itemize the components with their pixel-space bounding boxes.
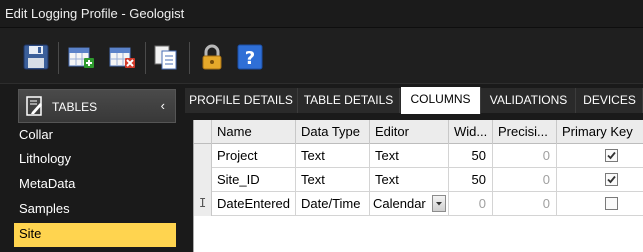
column-header-precision[interactable]: Precisi...: [493, 120, 557, 144]
sidebar-item-samples[interactable]: Samples: [14, 198, 176, 222]
tab-devices[interactable]: DEVICES: [577, 88, 643, 113]
help-button[interactable]: ?: [236, 43, 266, 73]
table-add-icon: [68, 47, 94, 68]
cell-primary-key: [557, 192, 643, 216]
tab-profile-details[interactable]: PROFILE DETAILS: [185, 88, 298, 113]
primary-key-checkbox[interactable]: [605, 173, 618, 186]
title-bar: Edit Logging Profile - Geologist: [0, 0, 643, 28]
tab-validations[interactable]: VALIDATIONS: [482, 88, 576, 113]
primary-key-checkbox[interactable]: [605, 197, 618, 210]
checkmark-icon: [607, 151, 616, 160]
window-title: Edit Logging Profile - Geologist: [5, 6, 185, 21]
main-panel: PROFILE DETAILS TABLE DETAILS COLUMNS VA…: [185, 84, 643, 252]
primary-key-checkbox[interactable]: [605, 149, 618, 162]
row-indicator[interactable]: [194, 168, 212, 192]
sidebar-item-lithology[interactable]: Lithology: [14, 148, 176, 172]
editor-dropdown-button[interactable]: [432, 195, 446, 212]
row-indicator[interactable]: I: [194, 192, 212, 216]
chevron-down-icon: [436, 202, 442, 206]
row-indicator[interactable]: [194, 144, 212, 168]
toolbar-separator: [145, 42, 146, 74]
save-button[interactable]: [22, 43, 52, 73]
editor-dropdown-value: Calendar: [373, 196, 426, 211]
cell-width[interactable]: 50: [449, 144, 493, 168]
table-row[interactable]: Project Text Text 50 0: [194, 144, 643, 168]
cell-width[interactable]: 0: [449, 192, 493, 216]
sidebar-item-site[interactable]: Site: [14, 223, 176, 247]
collapse-chevron-icon[interactable]: ‹: [161, 98, 165, 113]
checkmark-icon: [607, 175, 616, 184]
cell-primary-key: [557, 144, 643, 168]
grid-header-row: Name Data Type Editor Wid... Precisi... …: [194, 120, 643, 144]
column-header-width[interactable]: Wid...: [449, 120, 493, 144]
cell-editor[interactable]: Text: [370, 144, 449, 168]
cell-data-type[interactable]: Text: [296, 144, 370, 168]
tables-sidebar: TABLES ‹ Collar Lithology MetaData Sampl…: [0, 84, 181, 252]
sidebar-item-collar[interactable]: Collar: [14, 124, 176, 148]
copy-button[interactable]: [152, 43, 182, 73]
column-header-primary-key[interactable]: Primary Key: [557, 120, 643, 144]
cell-precision[interactable]: 0: [493, 144, 557, 168]
cell-width[interactable]: 50: [449, 168, 493, 192]
cell-editor[interactable]: Text: [370, 168, 449, 192]
toolbar: ?: [0, 28, 643, 84]
cell-editor-dropdown[interactable]: Calendar: [370, 192, 449, 216]
padlock-icon: [202, 44, 222, 70]
sidebar-item-metadata[interactable]: MetaData: [14, 173, 176, 197]
editing-row-indicator: I: [199, 196, 207, 210]
cell-precision[interactable]: 0: [493, 192, 557, 216]
question-mark-icon: ?: [237, 44, 263, 70]
svg-text:?: ?: [245, 48, 255, 69]
cell-precision[interactable]: 0: [493, 168, 557, 192]
delete-table-button[interactable]: [108, 43, 138, 73]
columns-grid: Name Data Type Editor Wid... Precisi... …: [193, 120, 643, 252]
tab-table-details[interactable]: TABLE DETAILS: [298, 88, 400, 113]
tables-header[interactable]: TABLES ‹: [18, 89, 176, 123]
edit-document-icon: [26, 96, 42, 116]
table-row[interactable]: I DateEntered Date/Time Calendar 0 0: [194, 192, 643, 216]
table-delete-icon: [109, 47, 135, 68]
tab-strip: PROFILE DETAILS TABLE DETAILS COLUMNS VA…: [185, 87, 643, 114]
tables-header-label: TABLES: [52, 100, 98, 114]
cell-name[interactable]: DateEntered: [212, 192, 296, 216]
floppy-disk-icon: [23, 44, 49, 70]
cell-name[interactable]: Project: [212, 144, 296, 168]
tab-columns[interactable]: COLUMNS: [401, 87, 481, 114]
column-header-editor[interactable]: Editor: [370, 120, 449, 144]
column-header-name[interactable]: Name: [212, 120, 296, 144]
add-table-button[interactable]: [67, 43, 97, 73]
cell-data-type[interactable]: Date/Time: [296, 192, 370, 216]
cell-data-type[interactable]: Text: [296, 168, 370, 192]
table-row[interactable]: Site_ID Text Text 50 0: [194, 168, 643, 192]
cell-name[interactable]: Site_ID: [212, 168, 296, 192]
toolbar-separator: [189, 42, 190, 74]
toolbar-separator: [58, 42, 59, 74]
copy-pages-icon: [154, 45, 177, 70]
cell-primary-key: [557, 168, 643, 192]
column-header-data-type[interactable]: Data Type: [296, 120, 370, 144]
lock-button[interactable]: [198, 43, 228, 73]
row-indicator-header: [194, 120, 212, 144]
